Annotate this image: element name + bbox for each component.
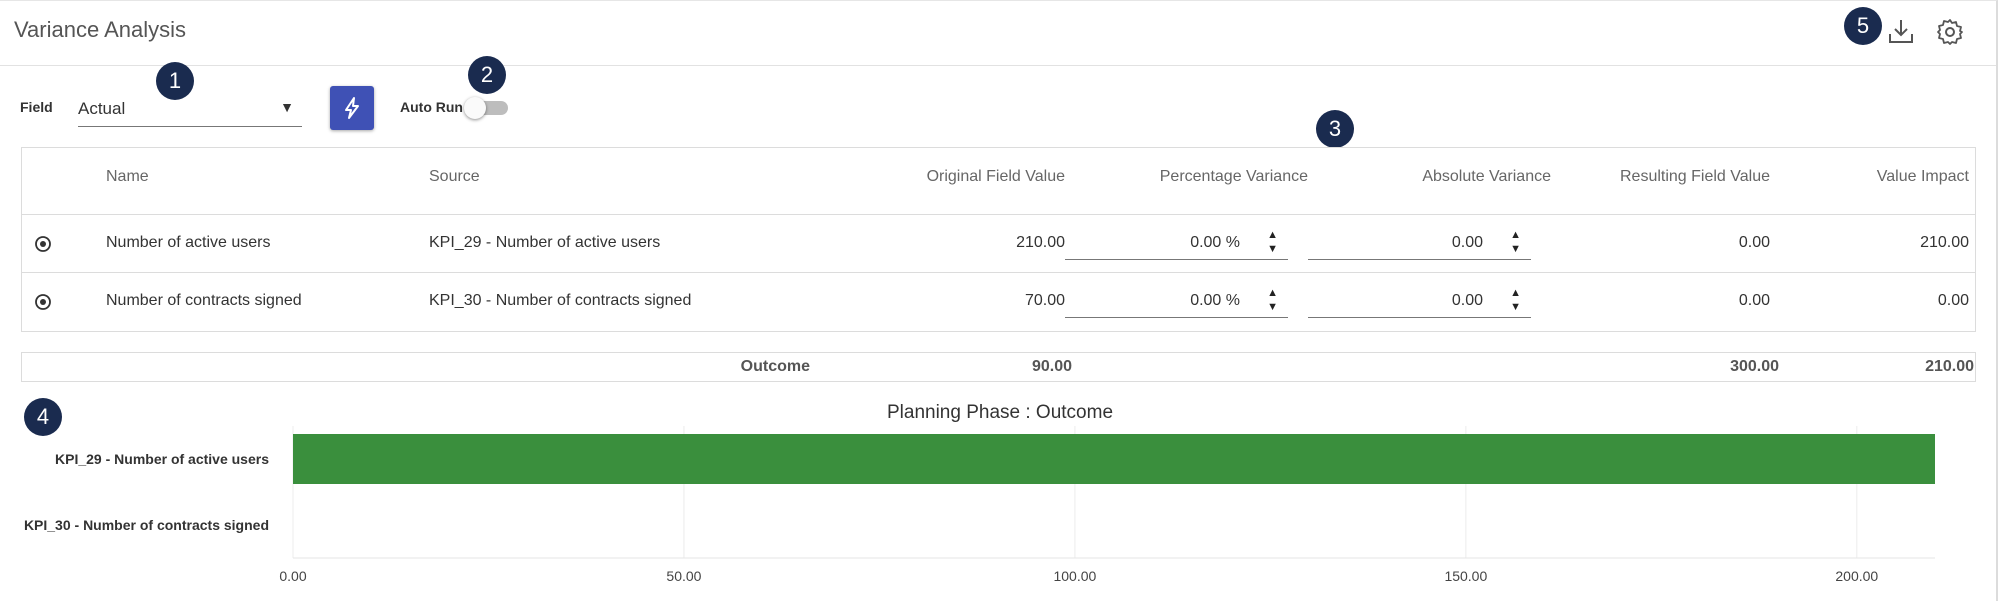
callout-badge-3: 3	[1316, 110, 1354, 148]
outcome-value-impact: 210.00	[1925, 358, 1974, 375]
column-header-original-field-value: Original Field Value	[926, 168, 1065, 185]
auto-run-label: Auto Run	[400, 99, 463, 115]
y-category-label: KPI_30 - Number of contracts signed	[24, 517, 269, 533]
row-source: KPI_29 - Number of active users	[429, 234, 661, 251]
gear-icon[interactable]	[1935, 17, 1965, 47]
header-row-divider	[22, 214, 1975, 215]
percentage-variance-value: 0.00 %	[1190, 234, 1240, 251]
decrement-arrow-icon[interactable]: ▼	[1267, 302, 1278, 313]
callout-badge-2: 2	[468, 56, 506, 94]
bar[interactable]	[293, 434, 1935, 484]
auto-run-toggle-knob[interactable]	[464, 97, 486, 119]
row-name: Number of contracts signed	[106, 292, 302, 309]
increment-arrow-icon[interactable]: ▲	[1267, 288, 1278, 299]
target-icon[interactable]	[34, 293, 52, 311]
absolute-variance-value: 0.00	[1451, 234, 1483, 251]
variance-table: Name Source Original Field Value Percent…	[21, 147, 1976, 332]
x-tick-label: 200.00	[1835, 568, 1878, 584]
x-tick-label: 0.00	[279, 568, 306, 584]
absolute-variance-input[interactable]: 0.00 ▲ ▼	[1308, 286, 1531, 318]
outcome-resulting-value: 300.00	[1730, 358, 1779, 375]
row-value-impact: 210.00	[1920, 234, 1969, 251]
outcome-label: Outcome	[740, 358, 810, 375]
target-icon[interactable]	[34, 235, 52, 253]
row-source: KPI_30 - Number of contracts signed	[429, 292, 692, 309]
field-label: Field	[20, 99, 53, 115]
column-header-source: Source	[429, 168, 480, 185]
lightning-icon	[345, 97, 359, 119]
column-header-name: Name	[106, 168, 149, 185]
absolute-variance-value: 0.00	[1451, 292, 1483, 309]
x-tick-label: 150.00	[1444, 568, 1487, 584]
header-divider	[0, 65, 1996, 66]
decrement-arrow-icon[interactable]: ▼	[1267, 244, 1278, 255]
run-button[interactable]	[330, 86, 374, 130]
callout-badge-5: 5	[1844, 7, 1882, 45]
column-header-value-impact: Value Impact	[1876, 168, 1969, 185]
outcome-original-value: 90.00	[1031, 358, 1072, 375]
download-icon[interactable]	[1886, 17, 1916, 47]
dropdown-arrow-icon: ▼	[280, 99, 294, 115]
row-value-impact: 0.00	[1937, 292, 1969, 309]
row-divider	[22, 272, 1975, 273]
field-select-value: Actual	[78, 99, 126, 118]
row-original-value: 210.00	[1016, 234, 1065, 251]
x-tick-label: 50.00	[666, 568, 701, 584]
field-select[interactable]: Actual ▼	[78, 91, 302, 127]
increment-arrow-icon[interactable]: ▲	[1267, 230, 1278, 241]
row-name: Number of active users	[106, 234, 271, 251]
percentage-variance-value: 0.00 %	[1190, 292, 1240, 309]
outcome-row: Outcome 90.00 300.00 210.00	[21, 352, 1976, 382]
x-tick-label: 100.00	[1053, 568, 1096, 584]
page-title: Variance Analysis	[14, 17, 187, 42]
outcome-bar-chart: 0.00 50.00 100.00 150.00 200.00 KPI_29 - Numb…	[24, 426, 1935, 584]
row-original-value: 70.00	[1024, 292, 1065, 309]
column-header-percentage-variance: Percentage Variance	[1159, 168, 1308, 185]
percentage-variance-input[interactable]: 0.00 % ▲ ▼	[1065, 228, 1288, 260]
percentage-variance-input[interactable]: 0.00 % ▲ ▼	[1065, 286, 1288, 318]
absolute-variance-input[interactable]: 0.00 ▲ ▼	[1308, 228, 1531, 260]
y-category-label: KPI_29 - Number of active users	[55, 451, 269, 467]
variance-analysis-panel: Variance Analysis 1 2 3 4 5 Field Actual…	[0, 0, 1998, 601]
